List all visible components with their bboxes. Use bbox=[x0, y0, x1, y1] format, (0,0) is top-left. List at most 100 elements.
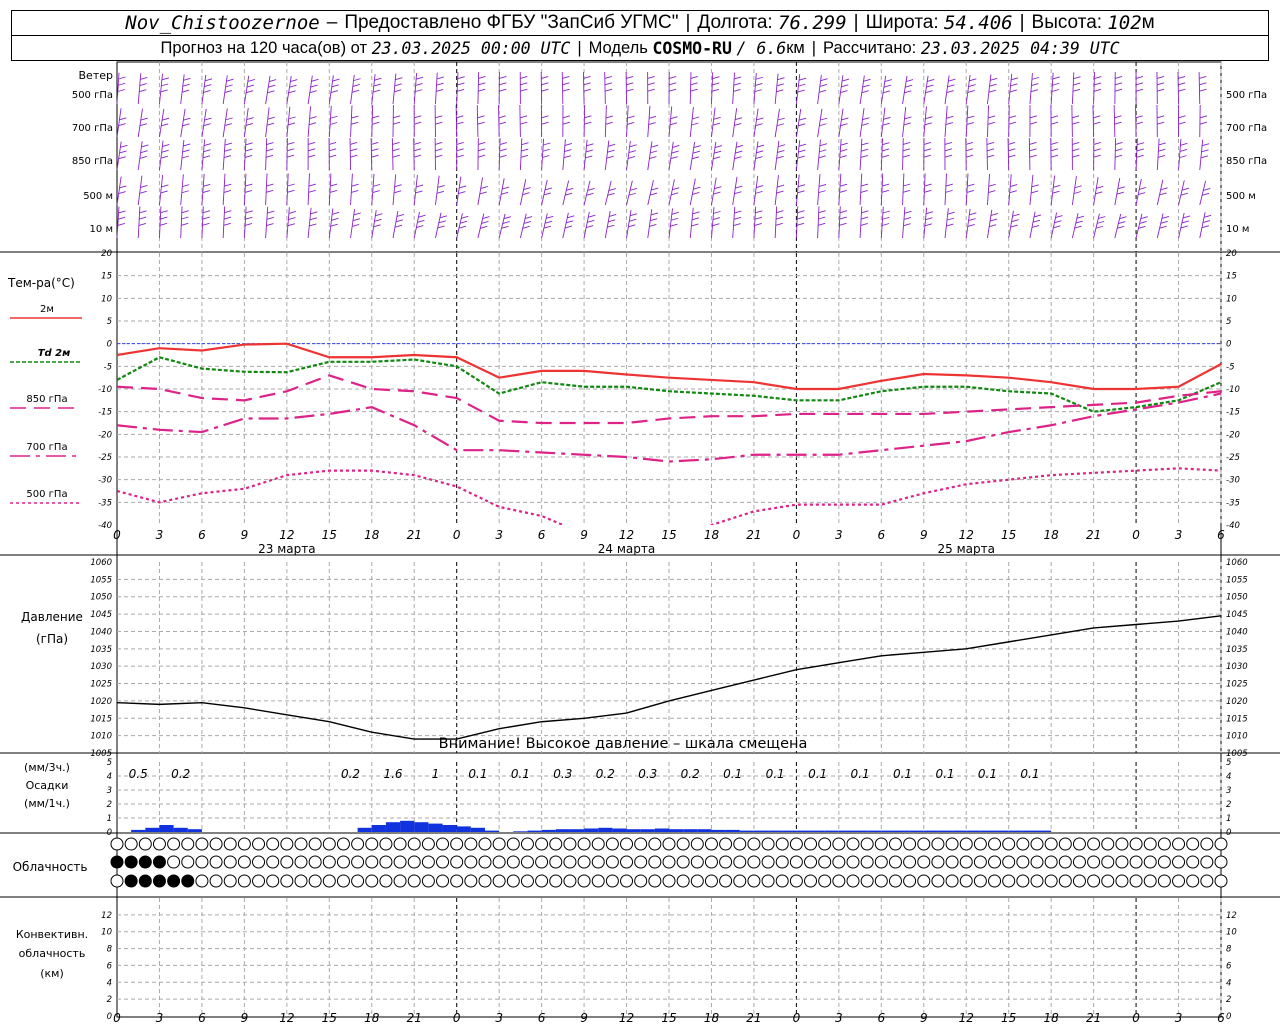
wind-barb bbox=[201, 108, 207, 138]
press-ytick-left: 1040 bbox=[90, 627, 112, 637]
wind-barb-flag bbox=[712, 217, 721, 220]
wind-barb-flag bbox=[1179, 149, 1188, 152]
cloud-cell bbox=[436, 837, 450, 851]
wind-barb bbox=[647, 105, 651, 138]
wind-barb-flag bbox=[288, 210, 296, 214]
wind-barb-flag bbox=[139, 210, 147, 214]
wind-barb-flag bbox=[1201, 149, 1209, 153]
precip-ytick-right: 5 bbox=[1226, 758, 1231, 768]
wind-barb-flag bbox=[1203, 188, 1211, 191]
wind-barb bbox=[477, 72, 480, 105]
wind-barb-flag bbox=[246, 84, 255, 88]
wind-barb-flag bbox=[776, 190, 784, 194]
wind-barb-flag bbox=[204, 78, 213, 82]
wind-barb-flag bbox=[1010, 83, 1018, 87]
wind-barb-flag bbox=[1075, 220, 1083, 224]
press-ytick-right: 1055 bbox=[1226, 575, 1248, 585]
wind-barb-flag bbox=[244, 154, 253, 158]
precip-bar bbox=[159, 825, 174, 832]
wind-barb-flag bbox=[544, 187, 553, 191]
wind-barb-flag bbox=[372, 121, 380, 125]
conv-xtick: 15 bbox=[322, 1011, 337, 1024]
cloud-cell bbox=[464, 874, 478, 888]
wind-barb-flag bbox=[481, 221, 489, 224]
wind-barb-flag bbox=[1050, 154, 1059, 158]
wind-barb-flag bbox=[1178, 82, 1186, 86]
wind-barb-flag bbox=[265, 154, 274, 158]
wind-barb-flag bbox=[288, 116, 296, 120]
wind-barb-flag bbox=[224, 183, 232, 187]
wind-barb-flag bbox=[797, 216, 805, 220]
wind-barb-flag bbox=[267, 210, 275, 214]
cloud-cell bbox=[294, 837, 308, 851]
wind-barb bbox=[1114, 213, 1122, 239]
wind-barb-flag bbox=[776, 155, 784, 159]
conv-xtick: 0 bbox=[113, 1011, 121, 1024]
wind-barb bbox=[774, 73, 779, 105]
wind-barb-flag bbox=[1115, 142, 1123, 145]
wind-barb-flag bbox=[328, 141, 337, 145]
wind-barb-flag bbox=[607, 224, 615, 228]
wind-barb bbox=[413, 138, 415, 171]
wind-barb-flag bbox=[609, 213, 617, 217]
cloud-cell bbox=[917, 874, 931, 888]
precip-sum-label: 0.2 bbox=[341, 767, 360, 781]
cloud-cell bbox=[1157, 855, 1171, 869]
cloud-cell bbox=[195, 837, 209, 851]
wind-barb-flag bbox=[288, 217, 296, 220]
temp-legend-label: 2м bbox=[40, 304, 54, 315]
wind-barb-flag bbox=[839, 210, 848, 214]
wind-barb-flag bbox=[755, 156, 763, 159]
wind-barb-flag bbox=[436, 76, 445, 80]
wind-barb-flag bbox=[1203, 214, 1212, 218]
wind-barb bbox=[1156, 213, 1164, 239]
wind-barb-flag bbox=[797, 210, 805, 214]
wind-barb-flag bbox=[182, 149, 190, 153]
wind-barb-flag bbox=[1072, 121, 1080, 125]
wind-barb bbox=[1199, 180, 1207, 206]
wind-barb-flag bbox=[330, 183, 338, 187]
wind-barb-flag bbox=[713, 150, 722, 154]
wind-barb-flag bbox=[1095, 225, 1104, 229]
wind-barb-flag bbox=[290, 79, 298, 82]
wind-barb-flag bbox=[965, 148, 974, 152]
wind-barb bbox=[986, 138, 988, 171]
cloud-cell bbox=[209, 855, 223, 869]
wind-barb-flag bbox=[394, 224, 403, 228]
wind-barb-flag bbox=[1180, 225, 1188, 229]
cloud-cell bbox=[1157, 837, 1171, 851]
wind-level-label-left: 10 м bbox=[90, 224, 113, 235]
precip-sum-label: 0.3 bbox=[638, 767, 657, 781]
wind-barb-flag bbox=[690, 76, 698, 79]
wind-barb-flag bbox=[456, 141, 464, 145]
wind-barb-flag bbox=[948, 78, 956, 82]
wind-barb-flag bbox=[181, 190, 189, 194]
wind-barb-flag bbox=[904, 210, 912, 214]
wind-barb-flag bbox=[438, 220, 446, 224]
precip-bar bbox=[867, 830, 882, 832]
cloud-cell bbox=[1129, 874, 1143, 888]
wind-barb bbox=[392, 73, 397, 105]
wind-barb-flag bbox=[395, 219, 404, 223]
wind-level-label-left: 500 м bbox=[83, 191, 113, 202]
wind-barb-flag bbox=[733, 223, 741, 226]
cloud-cell bbox=[662, 837, 676, 851]
wind-barb-flag bbox=[905, 84, 913, 88]
wind-barb bbox=[732, 206, 736, 239]
wind-barb-flag bbox=[798, 143, 807, 147]
wind-barb-flag bbox=[1009, 190, 1017, 194]
wind-barb-flag bbox=[754, 222, 762, 226]
cloud-cell bbox=[336, 855, 350, 869]
wind-barb bbox=[1029, 211, 1036, 239]
wind-barb-flag bbox=[1136, 142, 1145, 146]
cloud-cell bbox=[308, 855, 322, 869]
precip-bar bbox=[414, 822, 429, 832]
temp-ytick-right: 15 bbox=[1226, 272, 1237, 282]
cloud-cell bbox=[804, 855, 818, 869]
wind-barb-flag bbox=[924, 183, 932, 187]
precip-bar bbox=[555, 829, 570, 832]
wind-barb-flag bbox=[203, 123, 211, 127]
wind-barb bbox=[286, 138, 288, 171]
wind-barb-flag bbox=[202, 210, 211, 214]
wind-barb-flag bbox=[1029, 115, 1038, 119]
